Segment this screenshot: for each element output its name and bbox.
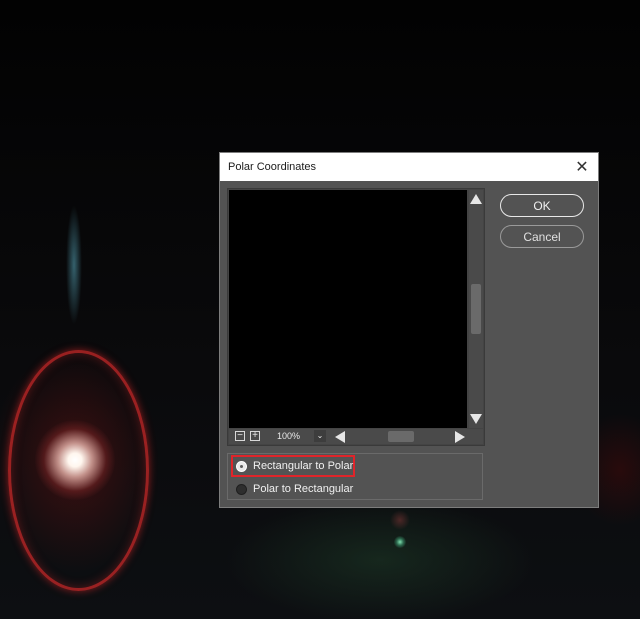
zoom-dropdown-icon[interactable]: ⌄: [314, 430, 326, 442]
flare-glint: [390, 510, 410, 530]
preview-statusbar: − + 100% ⌄: [229, 429, 483, 444]
flare-glint: [394, 536, 406, 548]
flare-streak: [66, 205, 82, 325]
preview-panel: − + 100% ⌄: [227, 188, 485, 446]
radio-button[interactable]: [236, 483, 247, 495]
horizontal-scrollbar[interactable]: [333, 429, 467, 444]
scroll-left-arrow-icon[interactable]: [335, 431, 345, 443]
zoom-out-button[interactable]: −: [235, 431, 245, 441]
polar-coordinates-dialog: Polar Coordinates ✕ − + 100% ⌄ OK Cancel…: [219, 152, 599, 508]
zoom-level: 100%: [277, 431, 301, 441]
scroll-right-arrow-icon[interactable]: [455, 431, 465, 443]
vertical-scroll-thumb[interactable]: [471, 284, 481, 334]
radio-button-selected[interactable]: [236, 460, 247, 472]
zoom-in-button[interactable]: +: [250, 431, 260, 441]
flare-core: [35, 420, 115, 500]
scroll-up-arrow-icon[interactable]: [470, 194, 482, 204]
option-label: Polar to Rectangular: [253, 483, 354, 495]
conversion-options-group: Rectangular to Polar Polar to Rectangula…: [227, 453, 483, 500]
preview-canvas[interactable]: [229, 190, 467, 428]
ok-button[interactable]: OK: [500, 194, 584, 217]
dialog-title: Polar Coordinates: [228, 161, 317, 173]
scroll-down-arrow-icon[interactable]: [470, 414, 482, 424]
option-label: Rectangular to Polar: [253, 460, 354, 472]
horizontal-scroll-thumb[interactable]: [388, 431, 414, 442]
cancel-button[interactable]: Cancel: [500, 225, 584, 248]
option-rectangular-to-polar[interactable]: Rectangular to Polar: [236, 457, 353, 475]
option-polar-to-rectangular[interactable]: Polar to Rectangular: [236, 480, 353, 498]
close-icon[interactable]: ✕: [570, 155, 594, 179]
dialog-titlebar[interactable]: Polar Coordinates ✕: [220, 153, 598, 181]
vertical-scrollbar[interactable]: [469, 190, 483, 428]
